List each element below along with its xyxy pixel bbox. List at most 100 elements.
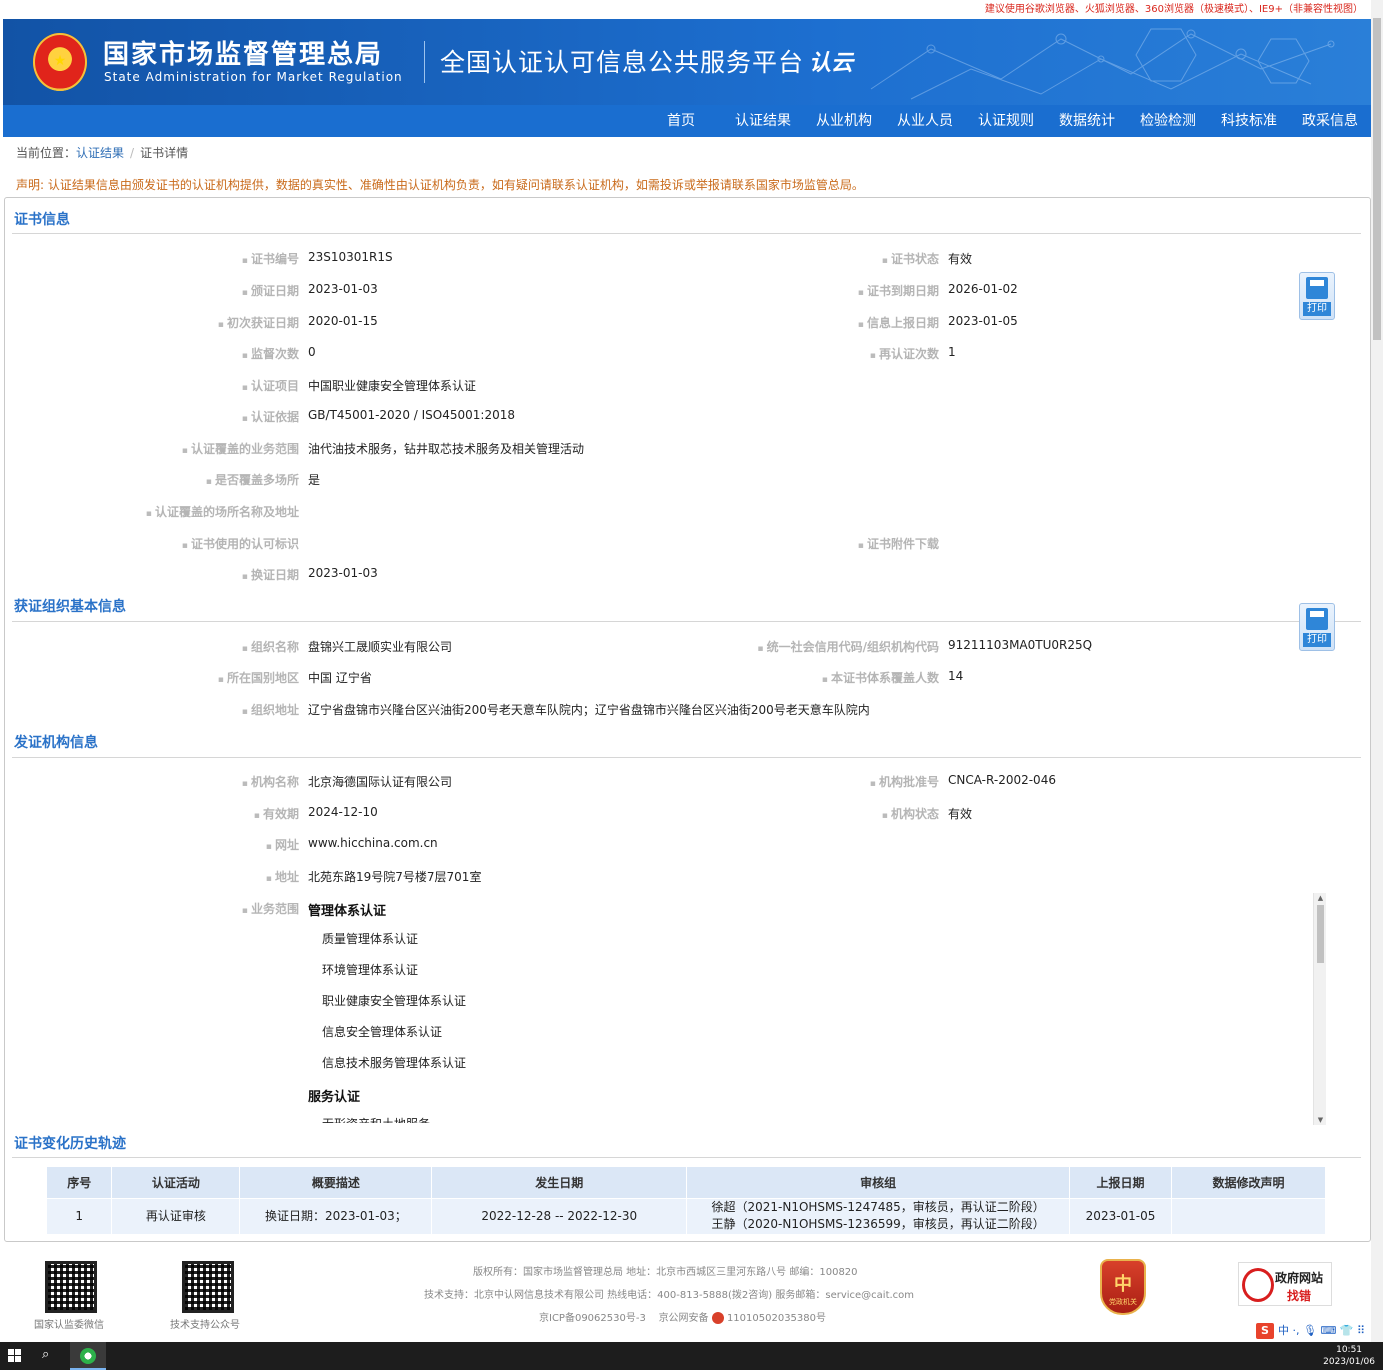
- party-gov-badge[interactable]: 中 党政机关: [1100, 1259, 1146, 1315]
- page-scrollbar[interactable]: [1371, 0, 1383, 1342]
- value-cert-basis: GB/T45001-2020 / ISO45001:2018: [308, 408, 515, 422]
- label-cert-status: 证书状态: [700, 250, 939, 267]
- cell-report-date: 2023-01-05: [1069, 1197, 1173, 1234]
- label-website: 网址: [20, 836, 299, 853]
- col-report-date: 上报日期: [1069, 1167, 1173, 1198]
- nav-procurement[interactable]: 政采信息: [1302, 105, 1358, 137]
- value-renewal-date: 2023-01-03: [308, 566, 378, 580]
- magnifier-icon: [1242, 1268, 1274, 1302]
- value-credit-code: 91211103MA0TU0R25Q: [948, 638, 1093, 652]
- value-multi-site: 是: [308, 473, 321, 487]
- party-gov-emblem-icon: 中: [1114, 1274, 1132, 1295]
- value-business-scope: 油代油技术服务，钻井取芯技术服务及相关管理活动: [308, 442, 585, 456]
- breadcrumb-current: 证书详情: [140, 146, 189, 160]
- value-issuer-status: 有效: [948, 807, 973, 821]
- breadcrumb-prefix: 当前位置：: [16, 146, 77, 160]
- disclaimer-statement: 声明: 认证结果信息由颁发证书的认证机构提供，数据的真实性、准确性由认证机构负责…: [16, 178, 864, 192]
- value-cert-status: 有效: [948, 252, 973, 266]
- org-name-cn: 国家市场监督管理总局: [103, 40, 384, 70]
- scope-item: 质量管理体系认证: [322, 932, 419, 946]
- scope-item: 职业健康安全管理体系认证: [322, 994, 467, 1008]
- search-icon[interactable]: ⌕: [42, 1347, 49, 1362]
- platform-title: 全国认证认可信息公共服务平台: [440, 48, 805, 77]
- col-no: 序号: [47, 1167, 113, 1198]
- nav-cert-results[interactable]: 认证结果: [735, 105, 791, 137]
- cell-no: 1: [47, 1197, 113, 1234]
- label-cert-no: 证书编号: [20, 250, 299, 267]
- cell-summary: 换证日期：2023-01-03；: [239, 1197, 433, 1234]
- label-recert-count: 再认证次数: [700, 345, 939, 362]
- scope-item: 信息技术服务管理体系认证: [322, 1056, 467, 1070]
- cell-audit-team: 徐超（2021-N1OHSMS-1247485，审核员，再认证二阶段） 王静（2…: [686, 1197, 1071, 1234]
- label-attachment-download: 证书附件下载: [700, 535, 939, 552]
- nav-personnel[interactable]: 从业人员: [897, 105, 953, 137]
- section-title-cert: 证书信息: [14, 212, 70, 228]
- print-button-cert[interactable]: 打印: [1299, 272, 1335, 320]
- value-org-address: 辽宁省盘锦市兴隆台区兴油街200号老天意车队院内；辽宁省盘锦市兴隆台区兴油街20…: [308, 703, 870, 717]
- taskbar-browser-app[interactable]: [70, 1342, 106, 1370]
- col-summary: 概要描述: [239, 1167, 433, 1198]
- scroll-down-arrow-icon[interactable]: ▼: [1314, 1115, 1327, 1125]
- value-issuer-name: 北京海德国际认证有限公司: [308, 775, 453, 789]
- nav-institutions[interactable]: 从业机构: [816, 105, 872, 137]
- col-modification: 数据修改声明: [1171, 1167, 1326, 1198]
- scope-scrollbar[interactable]: ▲ ▼: [1313, 893, 1326, 1125]
- page-scroll-thumb[interactable]: [1373, 18, 1381, 340]
- label-cert-project: 认证项目: [20, 377, 299, 394]
- header-banner: ★ 国家市场监督管理总局 State Administration for Ma…: [3, 19, 1371, 105]
- clock-date: 2023/01/06: [1323, 1357, 1375, 1367]
- label-approval-no: 机构批准号: [700, 773, 939, 790]
- police-record-label: 京公网安备: [658, 1313, 709, 1324]
- auditor-2: 王静（2020-N1OHSMS-1236599，审核员，再认证二阶段）: [711, 1217, 1045, 1232]
- nav-standards[interactable]: 科技标准: [1221, 105, 1277, 137]
- value-issue-date: 2023-01-03: [308, 282, 378, 296]
- value-region: 中国 辽宁省: [308, 671, 372, 685]
- browser-icon: [80, 1348, 96, 1364]
- report-error-label: 找错: [1287, 1289, 1312, 1303]
- label-org-name: 组织名称: [20, 638, 299, 655]
- cloud-logo: 认云: [809, 51, 854, 76]
- section-divider: [12, 233, 1361, 234]
- national-emblem-icon: ★: [33, 33, 87, 91]
- ime-toolbar[interactable]: S 中 ·, 🎙 ⌨ 👕 ⠿: [1256, 1322, 1380, 1340]
- issuer-scope-list[interactable]: 管理体系认证 质量管理体系认证 环境管理体系认证 职业健康安全管理体系认证 信息…: [304, 895, 1328, 1123]
- gov-site-report-error[interactable]: 政府网站 找错: [1238, 1262, 1332, 1306]
- label-accreditation-mark: 证书使用的认可标识: [20, 535, 299, 552]
- scroll-up-arrow-icon[interactable]: ▲: [1314, 893, 1327, 903]
- label-multi-site: 是否覆盖多场所: [20, 471, 299, 488]
- auditor-1: 徐超（2021-N1OHSMS-1247485，审核员，再认证二阶段）: [711, 1200, 1045, 1215]
- police-record-number[interactable]: 11010502035380号: [727, 1313, 826, 1324]
- value-website[interactable]: www.hicchina.com.cn: [308, 836, 438, 850]
- taskbar-clock[interactable]: 10:51 2023/01/06: [1323, 1344, 1375, 1368]
- history-table: 序号 认证活动 概要描述 发生日期 审核组 上报日期 数据修改声明 1 再认证审…: [47, 1167, 1326, 1234]
- print-label: 打印: [1303, 302, 1331, 316]
- label-issuer-status: 机构状态: [700, 805, 939, 822]
- windows-start-icon[interactable]: [8, 1349, 22, 1363]
- qr-caption-tech-support: 技术支持公众号: [170, 1320, 240, 1331]
- table-row: 1 再认证审核 换证日期：2023-01-03； 2022-12-28 -- 2…: [47, 1197, 1326, 1234]
- value-issuer-address: 北苑东路19号院7号楼7层701室: [308, 870, 482, 884]
- cell-modification: [1171, 1197, 1326, 1234]
- police-badge-icon: [711, 1312, 724, 1324]
- value-covered-headcount: 14: [948, 669, 964, 683]
- scope-item: 环境管理体系认证: [322, 963, 419, 977]
- browser-recommendation-notice: 建议使用谷歌浏览器、火狐浏览器、360浏览器（极速模式）、IE9+（非兼容性视图…: [0, 0, 1371, 19]
- taskbar: ⌕ 10:51 2023/01/06: [0, 1342, 1383, 1370]
- browser-viewport: 建议使用谷歌浏览器、火狐浏览器、360浏览器（极速模式）、IE9+（非兼容性视图…: [0, 0, 1383, 1370]
- value-cert-no: 23S10301R1S: [308, 250, 393, 264]
- nav-home[interactable]: 首页: [667, 105, 695, 137]
- banner-network-decoration: [870, 28, 1335, 100]
- scope-scroll-thumb[interactable]: [1317, 905, 1324, 963]
- org-name-en: State Administration for Market Regulati…: [104, 70, 403, 84]
- ime-status: 中 ·, 🎙 ⌨ 👕 ⠿: [1278, 1324, 1366, 1337]
- nav-inspection[interactable]: 检验检测: [1140, 105, 1196, 137]
- section-divider: [12, 621, 1361, 622]
- nav-rules[interactable]: 认证规则: [978, 105, 1034, 137]
- print-button-org[interactable]: 打印: [1299, 603, 1335, 651]
- icp-number[interactable]: 京ICP备09062530号-3: [539, 1313, 646, 1324]
- value-first-cert-date: 2020-01-15: [308, 314, 378, 328]
- breadcrumb-link-results[interactable]: 认证结果: [76, 146, 124, 160]
- nav-statistics[interactable]: 数据统计: [1059, 105, 1115, 137]
- label-covered-headcount: 本证书体系覆盖人数: [620, 669, 939, 686]
- label-issue-date: 颁证日期: [20, 282, 299, 299]
